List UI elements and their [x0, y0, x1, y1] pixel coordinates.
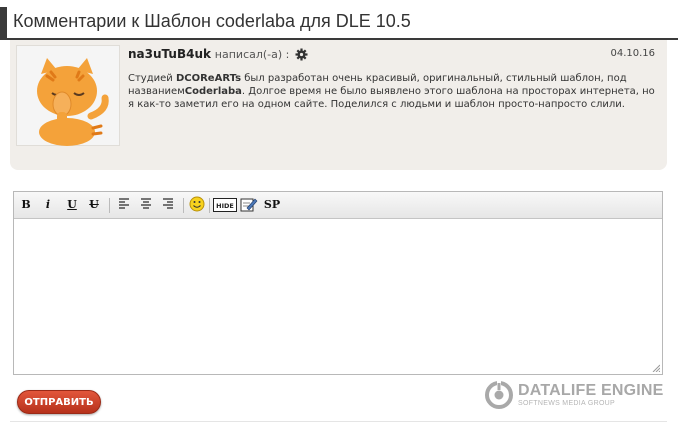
underline-button[interactable]: U	[66, 197, 78, 213]
edit-link-icon[interactable]	[240, 196, 258, 212]
comment-date: 04.10.16	[610, 48, 655, 59]
avatar[interactable]	[16, 45, 120, 146]
align-left-icon[interactable]	[117, 197, 131, 213]
italic-button[interactable]: i	[42, 197, 54, 213]
toolbar-separator	[109, 198, 110, 213]
resize-handle-icon[interactable]	[652, 364, 660, 372]
editor-toolbar: B i U U HIDE SP	[14, 192, 662, 219]
align-center-icon[interactable]	[139, 197, 153, 213]
submit-button[interactable]: ОТПРАВИТЬ	[17, 390, 101, 414]
dle-emblem-icon	[485, 381, 513, 409]
datalife-engine-logo: DATALIFE ENGINE SOFTNEWS MEDIA GROUP	[485, 381, 665, 411]
comment-card: na3uTuB4uk написал(-а) : 04.10.16 Студие…	[10, 40, 667, 170]
dle-brand-text: DATALIFE ENGINE	[518, 382, 664, 399]
dle-sub-text: SOFTNEWS MEDIA GROUP	[518, 400, 616, 407]
author-wrote-label: написал(-а) :	[214, 48, 290, 61]
comment-author: na3uTuB4uk написал(-а) :	[128, 47, 308, 64]
cat-facepalm-icon	[37, 58, 109, 146]
author-name-link[interactable]: na3uTuB4uk	[128, 47, 211, 61]
comment-textarea[interactable]	[14, 220, 662, 374]
comment-text-part: Студией	[128, 73, 176, 84]
toolbar-separator	[183, 198, 184, 213]
strikethrough-button[interactable]: U	[88, 197, 100, 213]
header-accent-bar	[0, 7, 7, 38]
smiley-icon[interactable]	[189, 196, 205, 212]
toolbar-separator	[209, 198, 210, 213]
gear-icon[interactable]	[295, 48, 308, 64]
comment-text: Студией DCOReARTs был разработан очень к…	[128, 72, 658, 111]
align-right-icon[interactable]	[161, 197, 175, 213]
bold-button[interactable]: B	[20, 197, 32, 213]
page-title: Комментарии к Шаблон coderlaba для DLE 1…	[13, 11, 411, 31]
hide-icon[interactable]: HIDE	[213, 198, 237, 214]
hide-label: HIDE	[216, 202, 234, 210]
comment-text-bold: DCOReARTs	[175, 73, 242, 84]
comment-editor: B i U U HIDE SP	[13, 191, 663, 375]
bottom-divider	[10, 421, 667, 422]
page-header: Комментарии к Шаблон coderlaba для DLE 1…	[0, 7, 678, 40]
comment-text-bold: Coderlaba	[184, 86, 242, 97]
spoiler-button[interactable]: SP	[262, 197, 282, 213]
